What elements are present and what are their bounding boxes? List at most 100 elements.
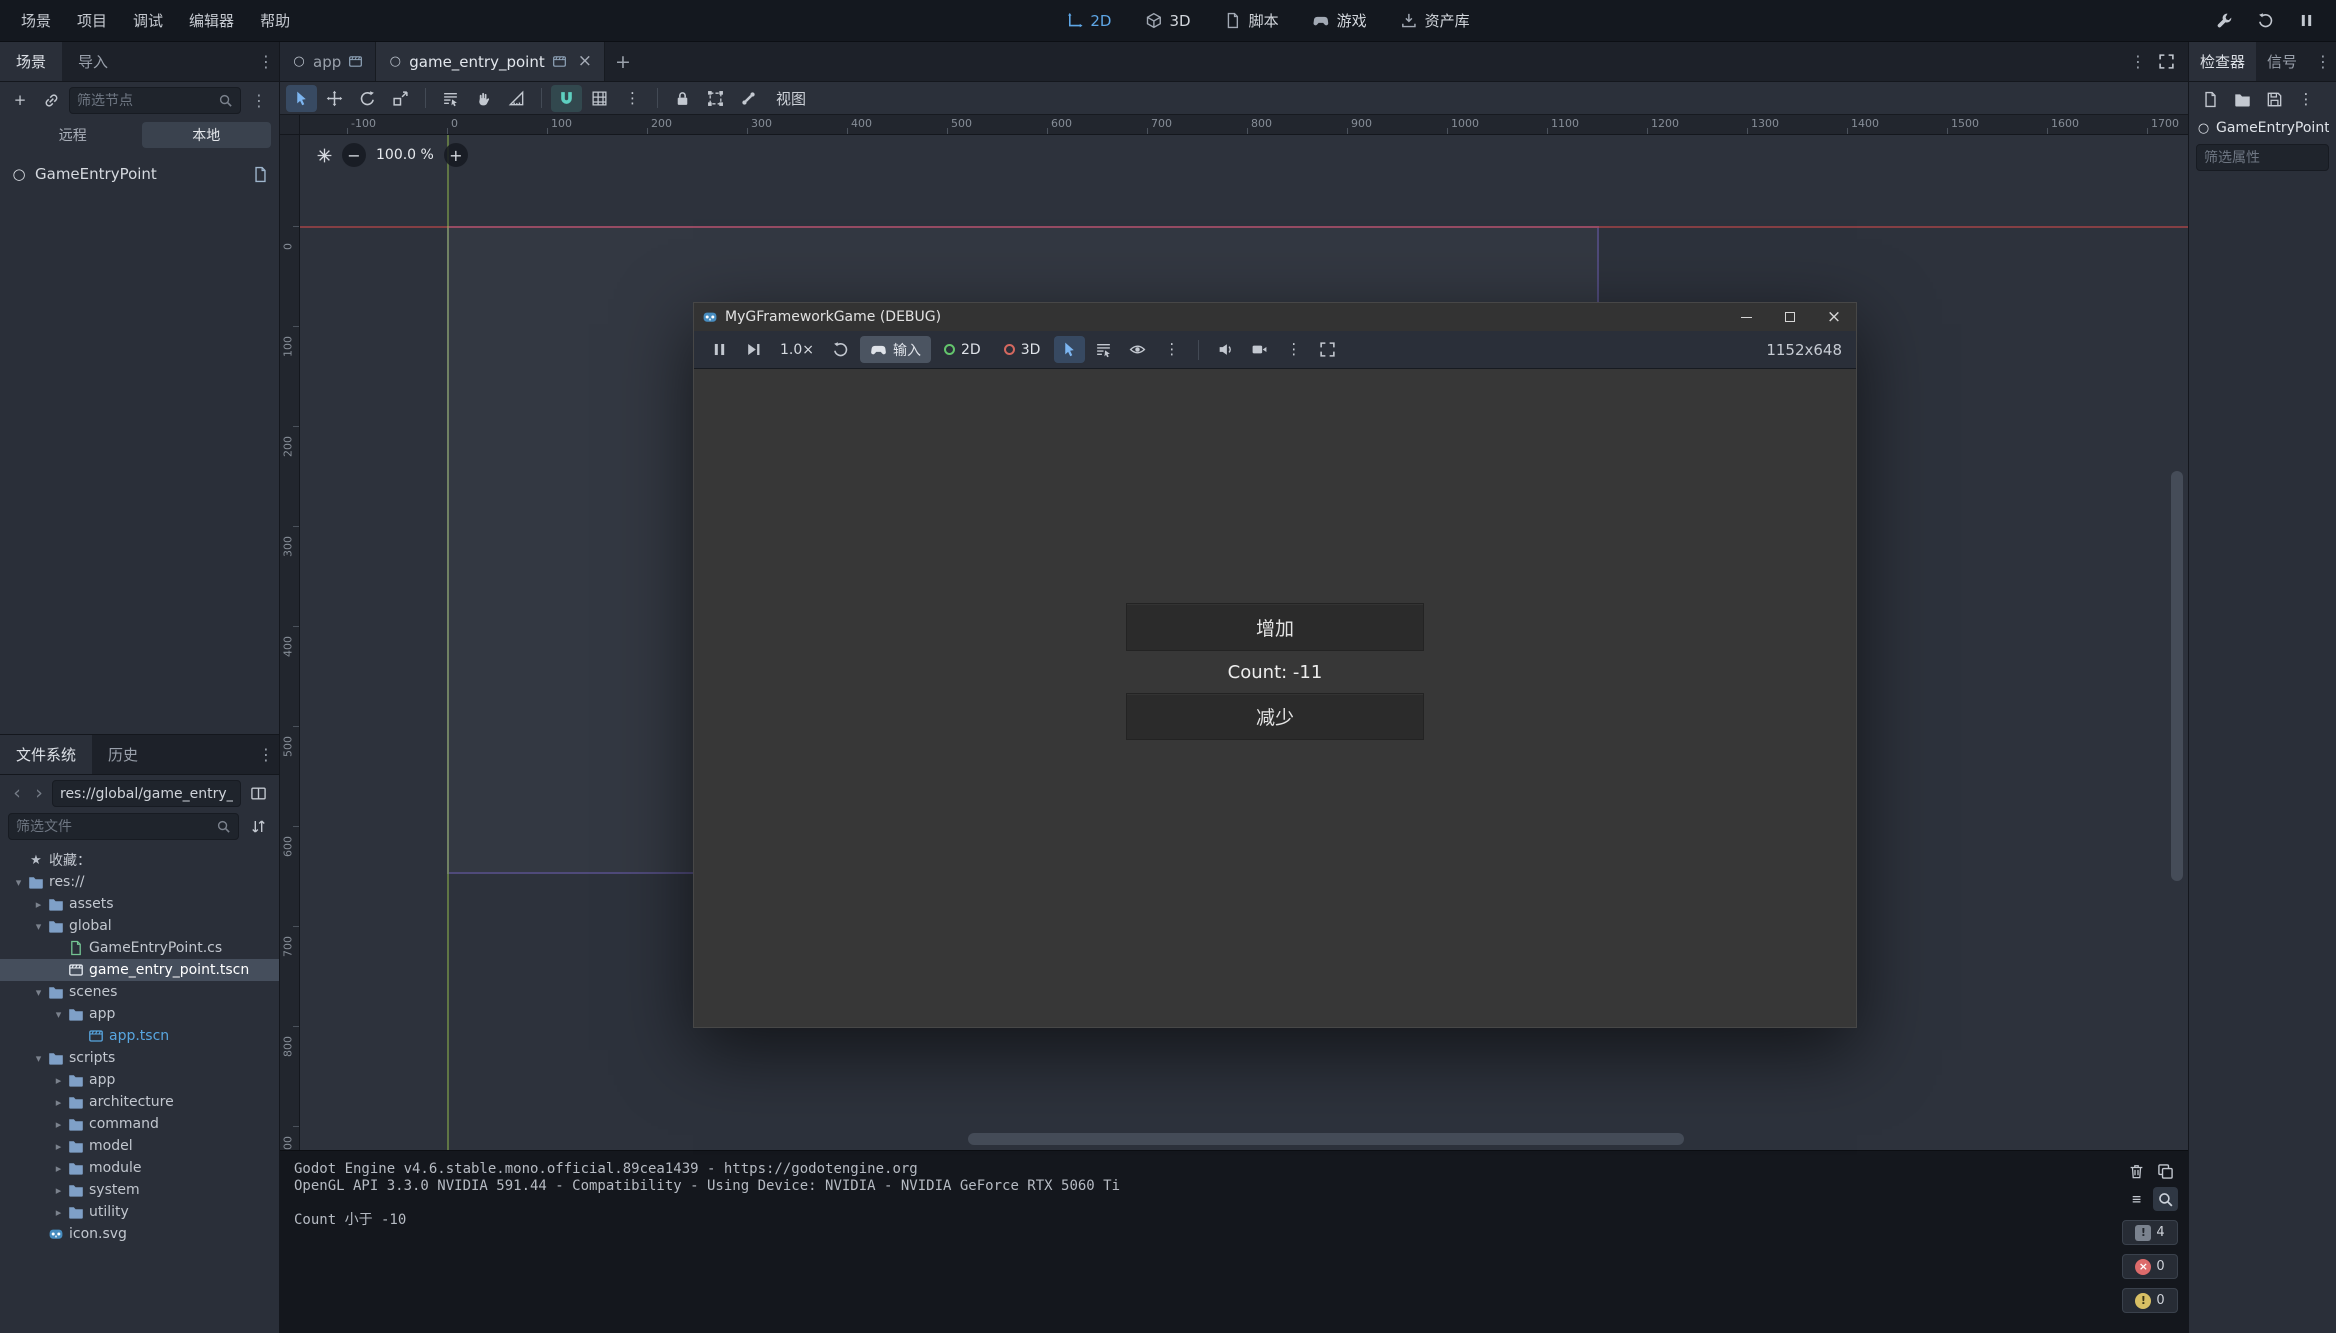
local-button[interactable]: 本地 xyxy=(142,122,272,148)
dots-button[interactable]: ⋮ xyxy=(1278,336,1309,363)
remote-button[interactable]: 远程 xyxy=(8,122,138,148)
restart-button[interactable] xyxy=(825,336,856,363)
file-item-app[interactable]: ▾app xyxy=(0,1003,279,1025)
center-view-button[interactable] xyxy=(312,143,336,167)
file-item-model[interactable]: ▸model xyxy=(0,1135,279,1157)
new-resource-button[interactable] xyxy=(2197,87,2223,111)
file-item-app[interactable]: ▸app xyxy=(0,1069,279,1091)
save-button[interactable] xyxy=(2261,87,2287,111)
workspace-tab-script[interactable]: 脚本 xyxy=(1212,6,1292,36)
view-menu-button[interactable]: 视图 xyxy=(764,88,818,109)
file-item-command[interactable]: ▸command xyxy=(0,1113,279,1135)
file-item-global[interactable]: ▾global xyxy=(0,915,279,937)
pan-button[interactable] xyxy=(468,85,499,112)
list-select-button[interactable] xyxy=(435,85,466,112)
script-icon[interactable] xyxy=(252,166,269,183)
chevron-right-icon[interactable]: ▸ xyxy=(30,898,47,911)
build-button[interactable] xyxy=(2209,7,2240,34)
select-tool-button[interactable] xyxy=(286,85,317,112)
inspector-dock-menu-button[interactable]: ⋮ xyxy=(2310,42,2336,81)
filter-messages-button[interactable]: !4 xyxy=(2122,1220,2178,1245)
close-tab-icon[interactable]: × xyxy=(578,53,592,70)
vertical-ruler[interactable]: 0100200300400500600700800900 xyxy=(280,135,300,1150)
game-toggle-2d[interactable]: 2D xyxy=(934,336,991,363)
file-item-GameEntryPoint.cs[interactable]: GameEntryPoint.cs xyxy=(0,937,279,959)
minimize-button[interactable] xyxy=(1724,303,1768,331)
scene-toolbar-menu-button[interactable]: ⋮ xyxy=(246,87,272,114)
file-item-assets[interactable]: ▸assets xyxy=(0,893,279,915)
search-button[interactable] xyxy=(2153,1187,2178,1211)
distraction-free-button[interactable] xyxy=(2151,48,2182,75)
group-button[interactable] xyxy=(700,85,731,112)
clear-button[interactable] xyxy=(2124,1159,2149,1183)
file-filter-input[interactable] xyxy=(16,819,212,835)
chevron-right-icon[interactable]: ▸ xyxy=(50,1118,67,1131)
file-item-system[interactable]: ▸system xyxy=(0,1179,279,1201)
scene-dock-tab-scene[interactable]: 场景 xyxy=(0,42,62,81)
collapse-button[interactable]: ≡ xyxy=(2124,1187,2149,1211)
game-window-titlebar[interactable]: MyGFrameworkGame (DEBUG) × xyxy=(694,303,1856,331)
scene-tabs-menu-button[interactable]: ⋮ xyxy=(2125,42,2151,81)
chevron-down-icon[interactable]: ▾ xyxy=(30,1052,47,1065)
menubar-menu[interactable]: 帮助 xyxy=(247,0,303,41)
game-toggle-3d[interactable]: 3D xyxy=(994,336,1051,363)
scene-dock-menu-button[interactable]: ⋮ xyxy=(253,42,279,81)
grid-snap-button[interactable] xyxy=(584,85,615,112)
menubar-menu[interactable]: 调试 xyxy=(120,0,176,41)
restart-button[interactable] xyxy=(2250,7,2281,34)
chevron-right-icon[interactable]: ▸ xyxy=(50,1184,67,1197)
chevron-down-icon[interactable]: ▾ xyxy=(30,986,47,999)
scale-tool-button[interactable] xyxy=(385,85,416,112)
filter-warnings-button[interactable]: !0 xyxy=(2122,1288,2178,1313)
move-tool-button[interactable] xyxy=(319,85,350,112)
filter-errors-button[interactable]: ×0 xyxy=(2122,1254,2178,1279)
decrease-button[interactable]: 减少 xyxy=(1126,693,1424,740)
menubar-menu[interactable]: 项目 xyxy=(64,0,120,41)
workspace-tab-game[interactable]: 游戏 xyxy=(1300,6,1380,36)
close-button[interactable]: × xyxy=(1812,303,1856,331)
scene-dock-tab-import[interactable]: 导入 xyxy=(62,42,124,81)
file-item-game_entry_point.tscn[interactable]: game_entry_point.tscn xyxy=(0,959,279,981)
smart-snap-button[interactable] xyxy=(551,85,582,112)
vertical-scrollbar[interactable] xyxy=(2171,471,2183,881)
snap-options-button[interactable]: ⋮ xyxy=(617,85,648,112)
chevron-right-icon[interactable]: ▸ xyxy=(50,1074,67,1087)
filesystem-dock-tab-filesystem[interactable]: 文件系统 xyxy=(0,735,92,774)
chevron-right-icon[interactable]: ▸ xyxy=(50,1096,67,1109)
increase-button[interactable]: 增加 xyxy=(1126,603,1424,651)
file-item-utility[interactable]: ▸utility xyxy=(0,1201,279,1223)
add-node-button[interactable]: + xyxy=(7,89,33,113)
chevron-down-icon[interactable]: ▾ xyxy=(30,920,47,933)
workspace-tab-3d[interactable]: 3D xyxy=(1132,6,1203,36)
dots-button[interactable]: ⋮ xyxy=(2293,87,2319,111)
load-button[interactable] xyxy=(2229,87,2255,111)
horizontal-scrollbar[interactable] xyxy=(968,1133,1684,1145)
inspector-node-row[interactable]: ○ GameEntryPoint... xyxy=(2189,116,2336,140)
suspend-button[interactable] xyxy=(704,336,735,363)
ruler-button[interactable] xyxy=(501,85,532,112)
camera-button[interactable] xyxy=(1244,336,1275,363)
file-item-app.tscn[interactable]: app.tscn xyxy=(0,1025,279,1047)
dots-button[interactable]: ⋮ xyxy=(1156,336,1187,363)
file-item-architecture[interactable]: ▸architecture xyxy=(0,1091,279,1113)
workspace-tab-2d[interactable]: 2D xyxy=(1053,6,1124,36)
chevron-right-icon[interactable]: ▸ xyxy=(50,1140,67,1153)
file-sort-button[interactable] xyxy=(245,815,271,839)
file-item-icon.svg[interactable]: icon.svg xyxy=(0,1223,279,1245)
file-item-module[interactable]: ▸module xyxy=(0,1157,279,1179)
menubar-menu[interactable]: 编辑器 xyxy=(176,0,247,41)
new-scene-tab-button[interactable]: + xyxy=(605,42,641,81)
toggle-split-mode-button[interactable] xyxy=(245,782,271,806)
pause-button[interactable] xyxy=(2291,7,2322,34)
chevron-right-icon[interactable]: ▸ xyxy=(50,1162,67,1175)
fullscreen-button[interactable] xyxy=(1312,336,1343,363)
file-item-scripts[interactable]: ▾scripts xyxy=(0,1047,279,1069)
inspector-dock-tab-inspector[interactable]: 检查器 xyxy=(2189,42,2256,81)
lock-button[interactable] xyxy=(667,85,698,112)
chevron-right-icon[interactable]: ▸ xyxy=(50,1206,67,1219)
filesystem-dock-menu-button[interactable]: ⋮ xyxy=(253,735,279,774)
next-frame-button[interactable] xyxy=(738,336,769,363)
filesystem-dock-tab-history[interactable]: 历史 xyxy=(92,735,154,774)
nav-forward-icon[interactable]: › xyxy=(30,784,48,803)
favorites-row[interactable]: ★收藏： xyxy=(0,849,279,871)
